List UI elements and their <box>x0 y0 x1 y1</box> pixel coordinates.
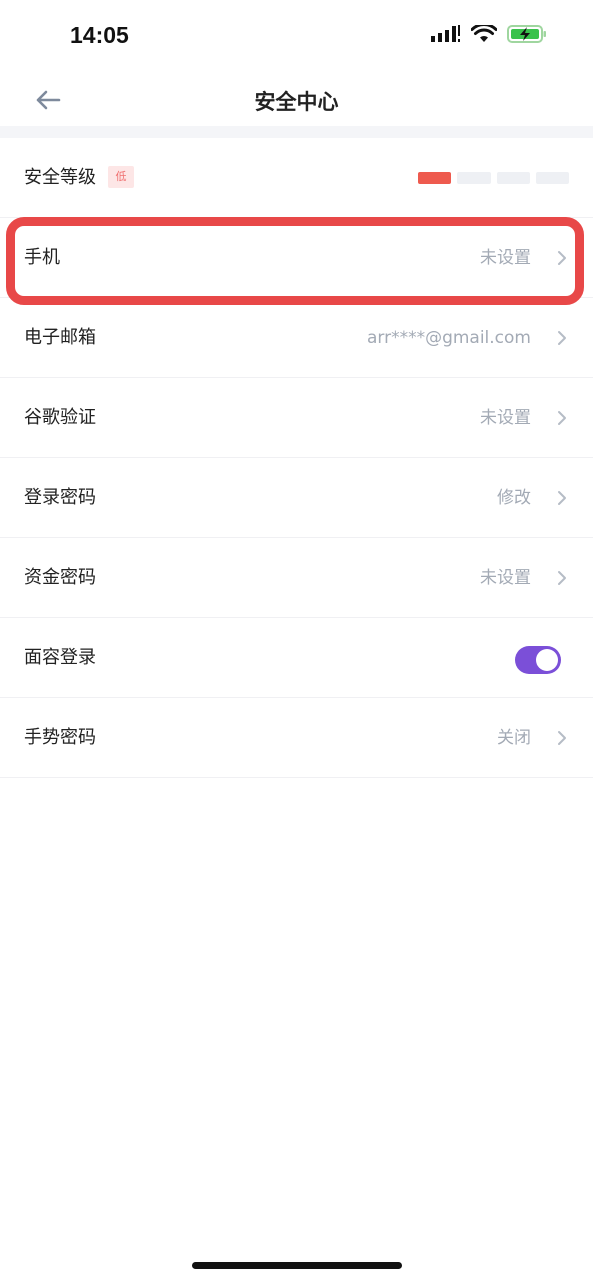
gesture-password-value: 关闭 <box>497 728 531 748</box>
email-row[interactable]: 电子邮箱 arr****@gmail.com <box>0 298 593 378</box>
gesture-password-label: 手势密码 <box>24 727 96 748</box>
email-label: 电子邮箱 <box>24 327 96 348</box>
level-segment <box>496 172 530 184</box>
security-level-badge: 低 <box>108 166 134 188</box>
login-password-row[interactable]: 登录密码 修改 <box>0 458 593 538</box>
signal-icon <box>431 25 460 42</box>
login-password-value: 修改 <box>497 488 531 508</box>
status-time: 14:05 <box>70 22 129 48</box>
gesture-password-row[interactable]: 手势密码 关闭 <box>0 698 593 778</box>
level-segment <box>457 172 491 184</box>
status-icons <box>431 24 547 44</box>
chevron-right-icon <box>558 411 566 425</box>
face-login-row: 面容登录 <box>0 618 593 698</box>
highlight-annotation <box>6 217 584 305</box>
security-level-bar <box>418 172 569 184</box>
face-login-toggle[interactable] <box>515 646 561 674</box>
wifi-icon <box>471 25 497 42</box>
security-level-label: 安全等级 <box>24 167 96 188</box>
chevron-right-icon <box>558 491 566 505</box>
login-password-label: 登录密码 <box>24 487 96 508</box>
chevron-right-icon <box>558 571 566 585</box>
chevron-right-icon <box>558 731 566 745</box>
chevron-right-icon <box>558 331 566 345</box>
toggle-knob <box>536 649 558 671</box>
email-value: arr****@gmail.com <box>366 328 531 348</box>
face-login-label: 面容登录 <box>24 647 96 668</box>
google-auth-row[interactable]: 谷歌验证 未设置 <box>0 378 593 458</box>
page-title: 安全中心 <box>254 90 339 114</box>
nav-bar: 安全中心 <box>0 76 593 126</box>
status-bar: 14:05 <box>0 0 593 76</box>
fund-password-row[interactable]: 资金密码 未设置 <box>0 538 593 618</box>
level-segment <box>535 172 569 184</box>
google-auth-value: 未设置 <box>480 408 531 428</box>
google-auth-label: 谷歌验证 <box>24 407 96 428</box>
home-indicator <box>192 1262 402 1269</box>
fund-password-value: 未设置 <box>480 568 531 588</box>
level-segment <box>418 172 452 184</box>
section-divider <box>0 126 593 138</box>
fund-password-label: 资金密码 <box>24 567 96 588</box>
battery-charging-icon <box>507 25 546 43</box>
